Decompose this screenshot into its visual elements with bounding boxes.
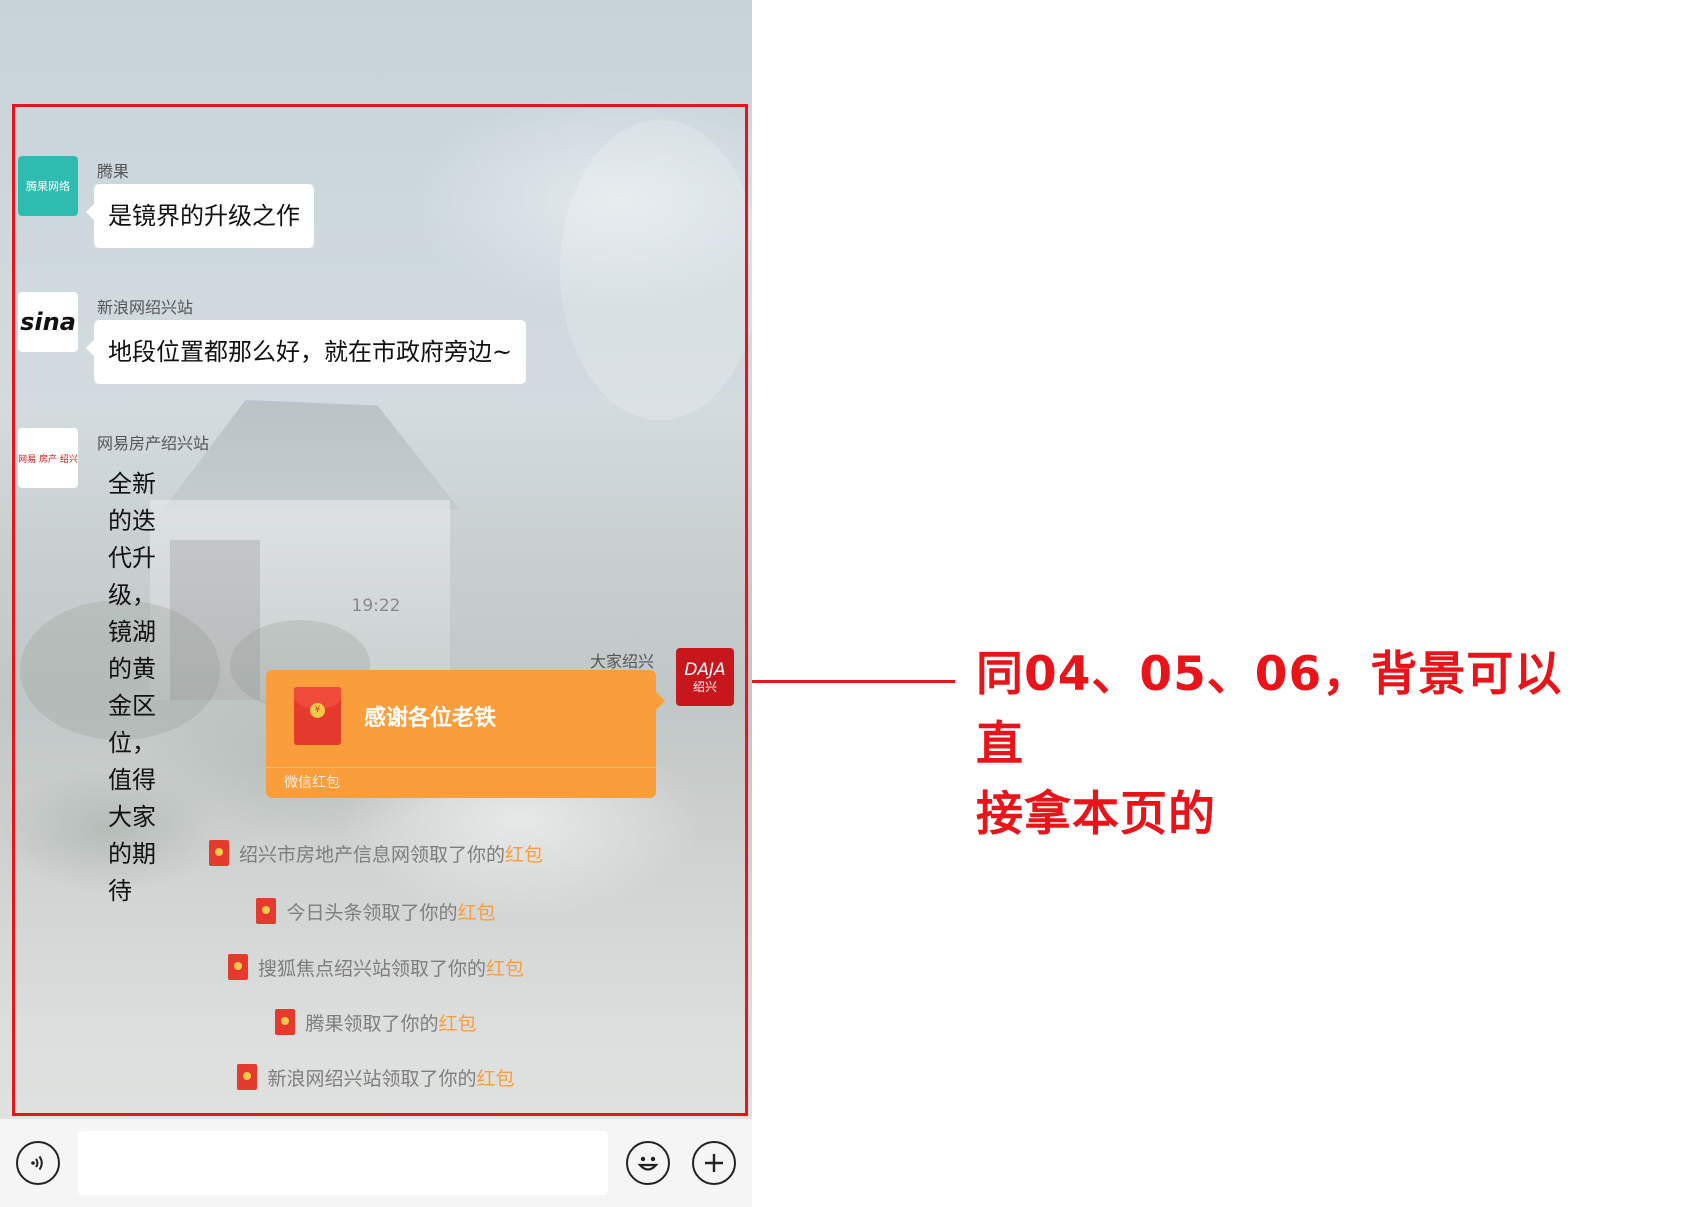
highlight-frame	[12, 104, 748, 1116]
voice-icon	[31, 1155, 43, 1171]
annotation-line: 同04、05、06，背景可以直	[976, 647, 1563, 772]
annotation-text: 同04、05、06，背景可以直 接拿本页的	[976, 640, 1596, 850]
annotation-connector	[752, 680, 955, 683]
message-input[interactable]	[78, 1131, 608, 1195]
emoji-button[interactable]	[626, 1141, 670, 1185]
input-bar	[0, 1118, 752, 1207]
annotation-line: 接拿本页的	[976, 787, 1216, 842]
emoji-icon	[637, 1156, 659, 1171]
voice-button[interactable]	[16, 1141, 60, 1185]
plus-button[interactable]	[692, 1141, 736, 1185]
plus-icon	[705, 1154, 723, 1172]
